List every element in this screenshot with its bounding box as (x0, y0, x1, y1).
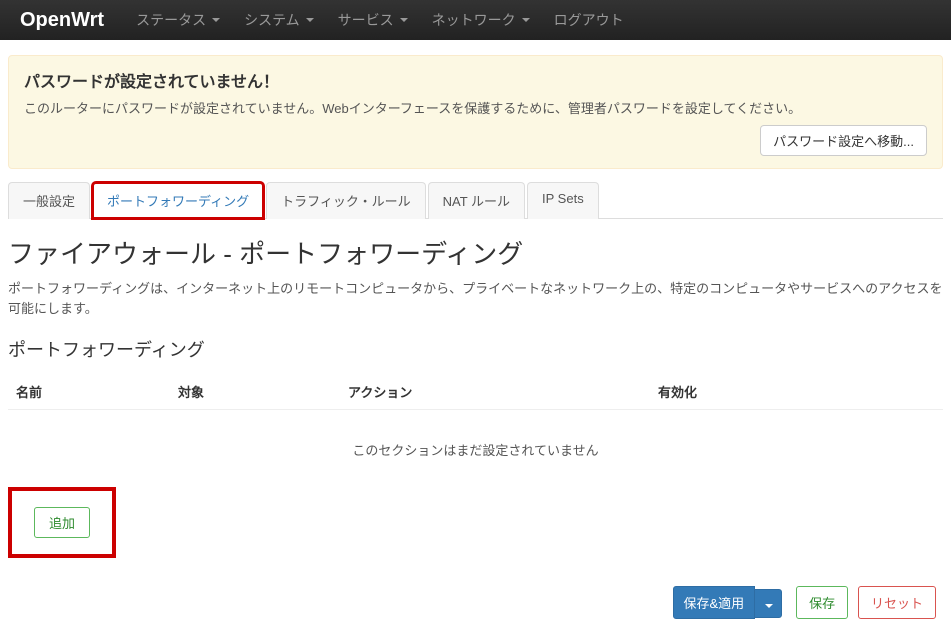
navbar: OpenWrt ステータス システム サービス ネットワーク ログアウト (0, 0, 951, 40)
alert-title: パスワードが設定されていません！ (24, 68, 927, 92)
brand-logo[interactable]: OpenWrt (20, 9, 104, 32)
nav-system[interactable]: システム (232, 0, 326, 40)
tab-traffic-rules[interactable]: トラフィック・ルール (266, 182, 425, 219)
col-action: アクション (348, 382, 658, 401)
col-name: 名前 (8, 382, 178, 401)
chevron-down-icon (522, 18, 530, 22)
nav-network[interactable]: ネットワーク (420, 0, 542, 40)
goto-password-button[interactable]: パスワード設定へ移動... (760, 125, 927, 156)
save-button[interactable]: 保存 (796, 586, 848, 619)
chevron-down-icon (212, 18, 220, 22)
section-title: ポートフォワーディング (8, 336, 943, 362)
add-button[interactable]: 追加 (34, 507, 90, 538)
col-enable: 有効化 (658, 382, 943, 401)
chevron-down-icon (765, 604, 773, 608)
save-apply-button[interactable]: 保存&適用 (673, 586, 756, 619)
save-apply-dropdown[interactable] (754, 589, 782, 618)
reset-button[interactable]: リセット (858, 586, 936, 619)
main-content: ファイアウォール - ポートフォワーディング ポートフォワーディングは、インター… (0, 234, 951, 576)
alert-body: このルーターにパスワードが設定されていません。Webインターフェースを保護するた… (24, 98, 927, 117)
tabs: 一般設定 ポートフォワーディング トラフィック・ルール NAT ルール IP S… (8, 181, 943, 219)
tab-port-forwarding[interactable]: ポートフォワーディング (92, 182, 264, 219)
chevron-down-icon (306, 18, 314, 22)
password-warning-alert: パスワードが設定されていません！ このルーターにパスワードが設定されていません。… (8, 55, 943, 169)
chevron-down-icon (400, 18, 408, 22)
footer-actions: 保存&適用 保存 リセット (0, 576, 951, 639)
col-target: 対象 (178, 382, 348, 401)
nav-logout[interactable]: ログアウト (542, 0, 636, 40)
empty-message: このセクションはまだ設定されていません (8, 410, 943, 489)
tab-nat-rules[interactable]: NAT ルール (428, 182, 525, 219)
add-button-highlight: 追加 (10, 489, 114, 556)
table-header: 名前 対象 アクション 有効化 (8, 374, 943, 410)
page-description: ポートフォワーディングは、インターネット上のリモートコンピュータから、プライベー… (8, 279, 943, 318)
page-title: ファイアウォール - ポートフォワーディング (8, 234, 943, 271)
tab-ip-sets[interactable]: IP Sets (527, 182, 599, 219)
nav-services[interactable]: サービス (326, 0, 420, 40)
tab-general[interactable]: 一般設定 (8, 182, 90, 219)
nav-status[interactable]: ステータス (124, 0, 232, 40)
